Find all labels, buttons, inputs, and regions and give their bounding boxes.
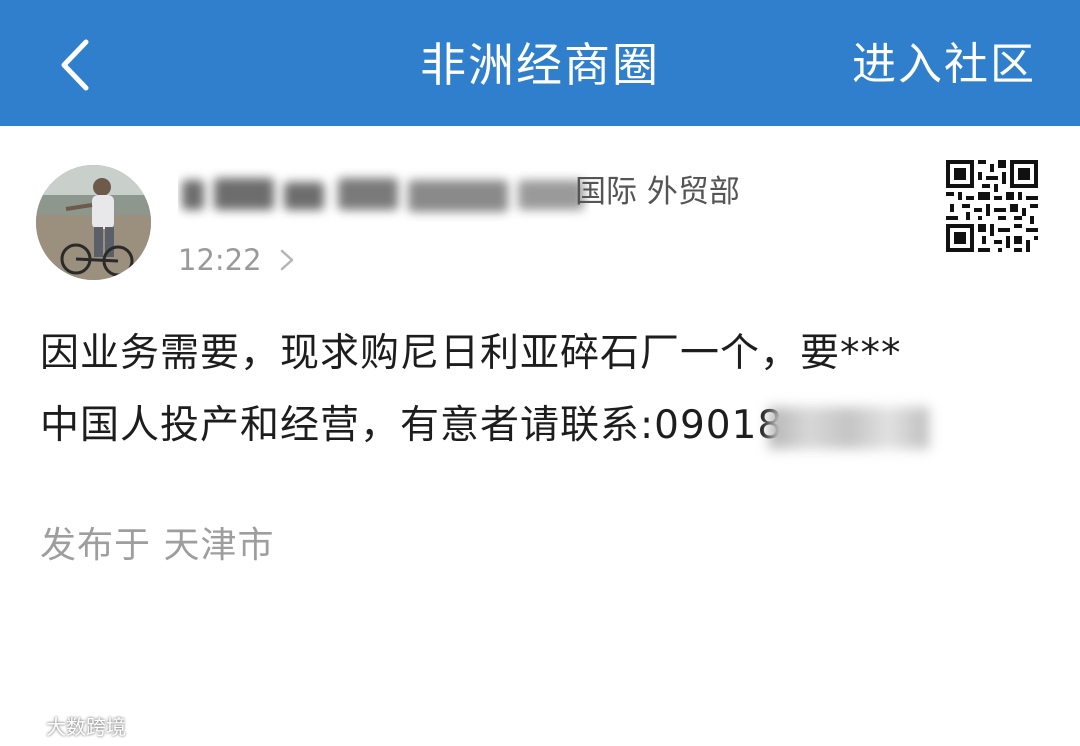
chevron-right-icon xyxy=(280,249,293,271)
enter-community-button[interactable]: 进入社区 xyxy=(852,34,1036,96)
post-time-link[interactable]: 12:22 xyxy=(178,238,302,282)
author-organization: 国际 外贸部 xyxy=(575,174,740,210)
post-location: 发布于 天津市 xyxy=(40,525,275,566)
avatar-photo xyxy=(36,165,151,280)
post-text-line: 因业务需要，现求购尼日利亚碎石厂一个，要*** xyxy=(40,331,902,376)
watermark: 大数跨境 xyxy=(6,708,126,742)
blurred-username xyxy=(178,168,590,222)
avatar[interactable] xyxy=(36,165,151,280)
post-time: 12:22 xyxy=(178,243,262,277)
post-text-contact: 中国人投产和经营，有意者请联系:09018 xyxy=(40,403,784,448)
qr-code-icon[interactable] xyxy=(946,160,1038,252)
watermark-text: 大数跨境 xyxy=(46,714,126,739)
top-nav-bar: 非洲经商圈 进入社区 xyxy=(0,0,1080,126)
post-content: 因业务需要，现求购尼日利亚碎石厂一个，要*** 中国人投产和经营，有意者请联系:… xyxy=(40,318,1050,462)
weibo-icon xyxy=(6,714,40,738)
post-text-line-2: 中国人投产和经营，有意者请联系:09018 xyxy=(40,390,1050,462)
blurred-phone-number xyxy=(769,406,930,449)
